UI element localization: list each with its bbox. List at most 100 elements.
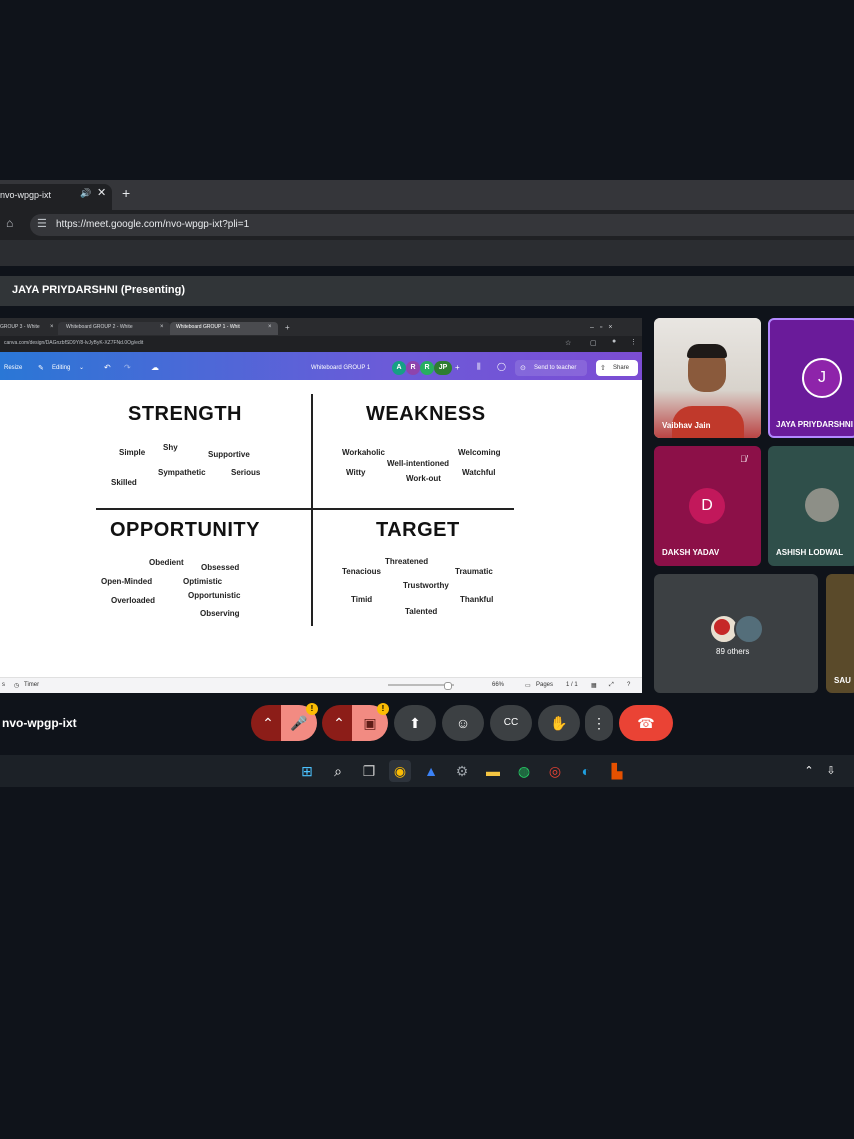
home-icon[interactable]: ⌂ — [6, 216, 13, 230]
canva-editing: Editing — [52, 365, 71, 371]
more-vertical-icon: ⋮ — [592, 715, 606, 731]
weakness-word: Watchful — [462, 468, 496, 477]
inner-tab-strip: GROUP 3 - White × Whiteboard GROUP 2 - W… — [0, 318, 642, 336]
target-word: Timid — [351, 595, 373, 604]
warning-badge: ! — [377, 703, 389, 715]
others-tile[interactable]: 89 others — [654, 574, 818, 693]
edge-icon[interactable]: ◐ — [575, 760, 597, 782]
check-circle-icon: ⊙ — [520, 365, 526, 372]
others-count: 89 others — [716, 647, 750, 656]
participant-tile-ashish[interactable]: ASHISH LODWAL — [768, 446, 854, 566]
camera-off-icon: ▣ — [363, 715, 377, 731]
cloud-icon: ☁ — [151, 363, 159, 372]
notes-icon: s — [2, 682, 5, 688]
task-view-icon[interactable]: ❐ — [358, 760, 380, 782]
person-hair — [687, 344, 727, 358]
doc-title: Whiteboard GROUP 1 — [311, 365, 371, 371]
raise-hand-button[interactable]: ✋ — [538, 705, 580, 741]
target-word: Threatened — [385, 557, 429, 566]
captions-button[interactable]: CC — [490, 705, 532, 741]
more-options-button[interactable]: ⋮ — [585, 705, 613, 741]
search-icon[interactable]: ⌕ — [327, 760, 349, 782]
participant-tile-vaibhav[interactable]: Vaibhav Jain — [654, 318, 761, 438]
collaborator-avatar: JP — [434, 361, 452, 375]
pencil-icon: ✎ — [38, 365, 44, 372]
pages-icon: ▭ — [525, 683, 531, 689]
chart-icon: ⫼ — [477, 362, 481, 371]
star-icon: ☆ — [565, 340, 572, 347]
phone-hangup-icon: ☎ — [637, 715, 655, 731]
help-icon: ? — [627, 682, 631, 688]
menu-icon: ⋮ — [630, 339, 637, 346]
collaborator-avatar: R — [420, 361, 434, 375]
add-collaborator-icon: + — [455, 363, 460, 372]
target-word: Tenacious — [342, 567, 381, 576]
end-call-button[interactable]: ☎ — [619, 705, 673, 741]
target-word: Thankful — [460, 595, 494, 604]
tray-chevron-icon[interactable]: ⌃ — [798, 760, 820, 782]
site-settings-icon[interactable]: ☰ — [37, 217, 47, 230]
whatsapp-icon[interactable]: ◍ — [513, 760, 535, 782]
grid-icon: ▦ — [591, 683, 597, 689]
avatar — [734, 614, 764, 644]
hand-icon: ✋ — [550, 715, 568, 731]
weakness-word: Witty — [346, 468, 366, 477]
close-icon[interactable]: ✕ — [97, 186, 106, 199]
whiteboard: STRENGTH Shy Simple Supportive Sympathet… — [0, 380, 642, 677]
participant-tile-daksh[interactable]: 🎙̸ D DAKSH YADAV — [654, 446, 761, 566]
participant-avatar: D — [689, 488, 725, 524]
participant-name: JAYA PRIYDARSHNI — [776, 420, 853, 429]
comment-icon: ◯ — [497, 362, 506, 371]
fullscreen-icon: ⤢ — [609, 682, 614, 688]
new-tab-button[interactable]: + — [122, 185, 130, 201]
chrome-icon[interactable]: ◎ — [544, 760, 566, 782]
participant-tile-jaya[interactable]: J JAYA PRIYDARSHNI — [768, 318, 854, 438]
chrome-canary-icon[interactable]: ◉ — [389, 760, 411, 782]
opportunity-word: Obsessed — [201, 563, 240, 572]
new-tab-icon: + — [285, 323, 290, 332]
file-explorer-icon[interactable]: ▬ — [482, 760, 504, 782]
speaker-icon[interactable]: 🔊 — [80, 188, 91, 199]
opportunity-heading: OPPORTUNITY — [110, 519, 260, 541]
target-word: Talented — [405, 607, 438, 616]
window-controls-icon: –▫× — [590, 324, 619, 331]
presenter-label: JAYA PRIYDARSHNI (Presenting) — [12, 284, 185, 296]
send-to-teacher-label: Send to teacher — [534, 365, 577, 371]
strength-word: Shy — [163, 443, 178, 452]
settings-icon[interactable]: ⚙ — [451, 760, 473, 782]
present-icon: ⬆ — [409, 715, 421, 731]
close-icon: × — [268, 324, 272, 330]
captions-icon: CC — [503, 717, 519, 728]
undo-icon: ↶ — [104, 363, 111, 372]
participant-name: Vaibhav Jain — [662, 421, 711, 430]
opportunity-word: Open-Minded — [101, 577, 153, 586]
close-icon: × — [160, 324, 164, 330]
timer-label: Timer — [24, 682, 40, 688]
windows-start-icon[interactable]: ⊞ — [296, 760, 318, 782]
quadrant-divider-vertical — [311, 394, 313, 626]
page-count: 1 / 1 — [566, 682, 578, 688]
participant-tile-sau[interactable]: SAU — [826, 574, 854, 693]
url-text[interactable]: https://meet.google.com/nvo-wpgp-ixt?pli… — [56, 219, 249, 230]
strength-heading: STRENGTH — [128, 403, 242, 425]
avatar-emblem — [714, 619, 730, 635]
weakness-heading: WEAKNESS — [366, 403, 486, 425]
mic-options-button[interactable]: ⌃ — [251, 705, 285, 741]
profile-icon: ● — [612, 338, 617, 345]
camera-options-button[interactable]: ⌃ — [322, 705, 356, 741]
shared-screen: GROUP 3 - White × Whiteboard GROUP 2 - W… — [0, 318, 642, 693]
redo-icon: ↷ — [124, 363, 131, 372]
app-icon[interactable]: ▙ — [606, 760, 628, 782]
strength-word: Simple — [119, 448, 146, 457]
extensions-icon: ▢ — [590, 340, 597, 347]
reactions-button[interactable]: ☺ — [442, 705, 484, 741]
present-screen-button[interactable]: ⬆ — [394, 705, 436, 741]
download-icon[interactable]: ⇩ — [820, 760, 842, 782]
inner-url: canva.com/design/DAGnzbfSD9Y/8-lvJyByK-X… — [4, 340, 144, 346]
photos-icon[interactable]: ▲ — [420, 760, 442, 782]
opportunity-word: Observing — [200, 609, 240, 618]
profile-photo — [805, 488, 839, 522]
target-word: Traumatic — [455, 567, 493, 576]
participant-avatar: J — [802, 358, 842, 398]
pages-label: Pages — [536, 682, 554, 688]
